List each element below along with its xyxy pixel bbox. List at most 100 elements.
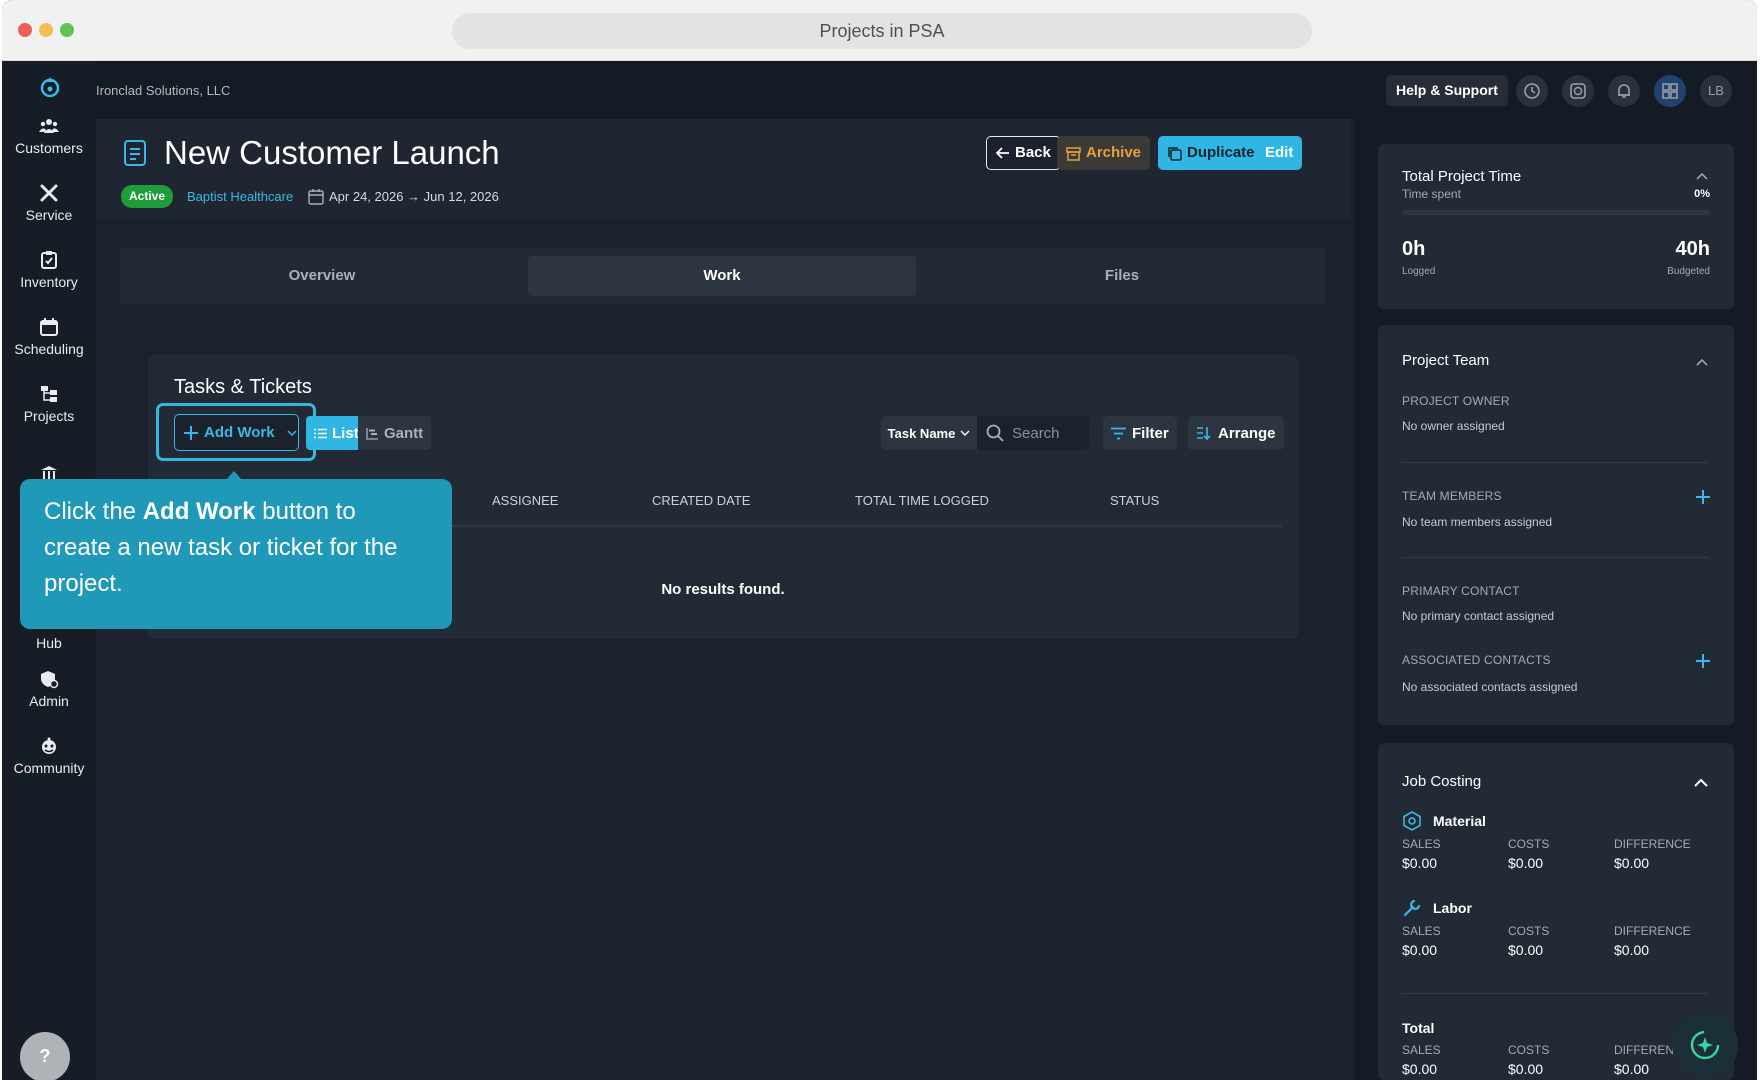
- search-input[interactable]: Search: [977, 416, 1089, 450]
- material-costs-value: $0.00: [1508, 855, 1544, 871]
- ai-sparkle-icon: [1690, 1030, 1720, 1060]
- history-button[interactable]: [1516, 75, 1548, 107]
- total-diff-label: DIFFEREN: [1614, 1043, 1674, 1057]
- notifications-button[interactable]: [1608, 75, 1640, 107]
- column-header-status[interactable]: STATUS: [1110, 493, 1159, 508]
- help-button[interactable]: ?: [20, 1032, 70, 1080]
- divider: [1402, 993, 1708, 994]
- logged-label: Logged: [1402, 266, 1436, 277]
- wrench-icon: [1403, 899, 1421, 917]
- chevron-up-icon[interactable]: [1696, 358, 1708, 366]
- wrench-icon: [40, 184, 58, 202]
- labor-sales-label: SALES: [1402, 924, 1441, 938]
- project-dates: Apr 24, 2026 → Jun 12, 2026: [329, 189, 499, 204]
- admin-icon: [41, 671, 59, 689]
- total-costs-value: $0.00: [1508, 1061, 1544, 1077]
- duplicate-button[interactable]: Duplicate: [1158, 136, 1264, 170]
- sidebar-item-label: Projects: [23, 408, 75, 424]
- search-placeholder: Search: [1012, 424, 1060, 442]
- sidebar-item-label: Hub: [36, 635, 62, 651]
- budget-value: 40h: [1675, 238, 1710, 260]
- view-list-label: List: [332, 424, 359, 442]
- clipboard-icon: [41, 251, 57, 269]
- project-owner-value: No owner assigned: [1402, 419, 1505, 433]
- arrange-label: Arrange: [1218, 424, 1276, 442]
- user-avatar[interactable]: LB: [1700, 75, 1732, 107]
- view-gantt-label: Gantt: [384, 424, 424, 442]
- maximize-window-button[interactable]: [60, 23, 74, 37]
- arrange-button[interactable]: Arrange: [1188, 416, 1284, 450]
- tab-files[interactable]: Files: [920, 256, 1324, 296]
- edit-button[interactable]: Edit: [1256, 136, 1303, 170]
- ai-assistant-button[interactable]: [1672, 1012, 1738, 1078]
- time-card-title: Total Project Time: [1402, 168, 1522, 185]
- filter-button[interactable]: Filter: [1103, 416, 1177, 450]
- minimize-window-button[interactable]: [39, 23, 53, 37]
- project-owner-label: PROJECT OWNER: [1402, 394, 1510, 408]
- help-support-button[interactable]: Help & Support: [1386, 75, 1508, 106]
- material-diff-label: DIFFERENCE: [1614, 837, 1691, 851]
- browser-titlebar: Projects in PSA: [2, 0, 1757, 61]
- gantt-icon: [366, 427, 378, 440]
- sidebar-item-customers[interactable]: Customers: [2, 116, 96, 156]
- sidebar-item-projects[interactable]: Projects: [2, 384, 96, 424]
- sort-field-select[interactable]: Task Name: [881, 416, 977, 450]
- back-button[interactable]: Back: [986, 136, 1061, 170]
- calendar-icon: [40, 318, 58, 336]
- add-associated-contact-icon[interactable]: [1696, 654, 1710, 668]
- sidebar-item-community[interactable]: Community: [2, 736, 96, 776]
- column-header-created-date[interactable]: CREATED DATE: [652, 493, 750, 508]
- close-window-button[interactable]: [18, 23, 32, 37]
- sidebar-item-inventory[interactable]: Inventory: [2, 250, 96, 290]
- tab-overview[interactable]: Overview: [120, 256, 524, 296]
- time-card-subtitle: Time spent: [1402, 187, 1461, 201]
- divider: [1402, 462, 1708, 463]
- sidebar-item-label: Scheduling: [14, 341, 84, 357]
- project-team-card: Project Team PROJECT OWNER No owner assi…: [1378, 325, 1734, 725]
- material-diff-value: $0.00: [1614, 855, 1650, 871]
- add-work-label: Add Work: [204, 424, 275, 441]
- labor-sales-value: $0.00: [1402, 942, 1438, 958]
- sidebar-item-admin[interactable]: Admin: [2, 669, 96, 709]
- column-header-time-logged[interactable]: TOTAL TIME LOGGED: [855, 493, 989, 508]
- tooltip-text-bold: Add Work: [142, 498, 256, 525]
- app-logo-icon[interactable]: [38, 75, 62, 99]
- arrange-icon: [1197, 427, 1211, 440]
- budget-label: Budgeted: [1667, 266, 1710, 277]
- plus-icon: [184, 425, 198, 440]
- labor-diff-value: $0.00: [1614, 942, 1650, 958]
- total-label: Total: [1402, 1020, 1435, 1036]
- chevron-down-icon[interactable]: [286, 427, 298, 439]
- material-costs-label: COSTS: [1508, 837, 1550, 851]
- column-header-assignee[interactable]: ASSIGNEE: [492, 493, 558, 508]
- sidebar-item-hub-label[interactable]: Hub: [2, 635, 96, 651]
- list-icon: [314, 428, 327, 438]
- timer-button[interactable]: [1562, 75, 1594, 107]
- chevron-up-icon[interactable]: [1694, 778, 1708, 787]
- total-sales-label: SALES: [1402, 1043, 1441, 1057]
- team-members-label: TEAM MEMBERS: [1402, 489, 1502, 503]
- add-work-button[interactable]: Add Work: [174, 414, 299, 451]
- browser-title[interactable]: Projects in PSA: [452, 13, 1312, 49]
- tab-work[interactable]: Work: [528, 256, 916, 296]
- chevron-up-icon[interactable]: [1696, 172, 1708, 180]
- customer-link[interactable]: Baptist Healthcare: [187, 189, 293, 204]
- sidebar-item-service[interactable]: Service: [2, 183, 96, 223]
- tasks-title: Tasks & Tickets: [174, 376, 312, 398]
- labor-costs-value: $0.00: [1508, 942, 1544, 958]
- labor-label: Labor: [1433, 900, 1472, 916]
- tooltip-text-pre: Click the: [44, 498, 143, 525]
- page-title: New Customer Launch: [164, 134, 500, 171]
- filter-icon: [1111, 427, 1126, 439]
- archive-button[interactable]: Archive: [1057, 136, 1151, 170]
- timer-icon: [1570, 83, 1586, 99]
- associated-contacts-value: No associated contacts assigned: [1402, 680, 1578, 694]
- project-tabs: Overview Work Files: [120, 248, 1326, 304]
- sidebar-item-scheduling[interactable]: Scheduling: [2, 317, 96, 357]
- chevron-down-icon: [960, 430, 970, 436]
- apps-button[interactable]: [1654, 75, 1686, 107]
- total-time-card: Total Project Time Time spent 0% 0h Logg…: [1378, 144, 1734, 309]
- material-label: Material: [1433, 813, 1486, 829]
- view-gantt-button[interactable]: Gantt: [358, 416, 432, 450]
- add-team-member-icon[interactable]: [1696, 490, 1710, 504]
